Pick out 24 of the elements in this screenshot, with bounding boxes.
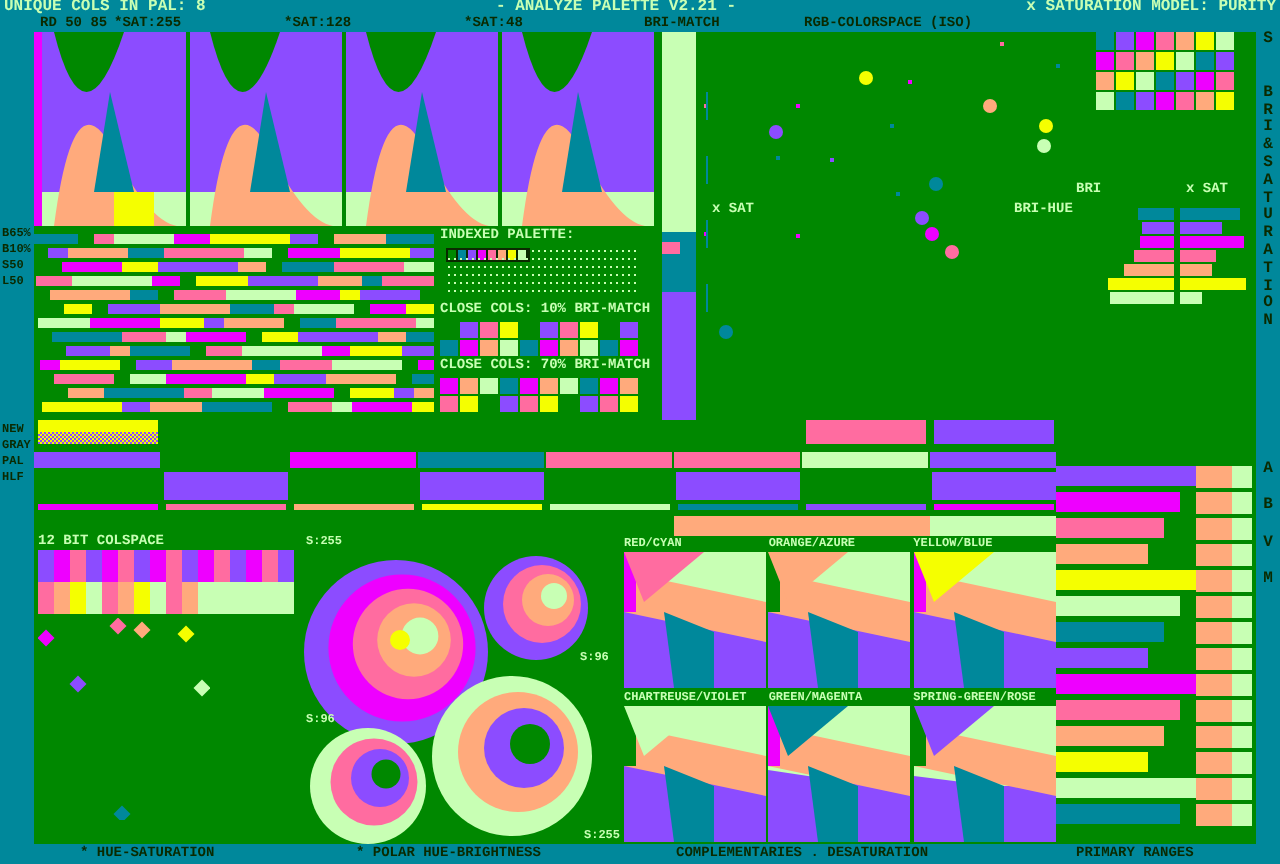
complementary-gradient-drawing — [913, 552, 1056, 688]
color-dot — [859, 71, 873, 85]
side-label: S — [1261, 32, 1275, 50]
tick-mark — [706, 284, 708, 312]
saturation-model-label: x SATURATION MODEL: PURITY — [1026, 0, 1276, 16]
brightness-bars-drawing — [1108, 208, 1248, 306]
color-dot — [1039, 119, 1053, 133]
swatch-grid-drawing — [1096, 32, 1236, 112]
complementary-gradient-drawing — [624, 552, 766, 688]
palette-count: UNIQUE COLS IN PAL: 8 — [4, 0, 206, 16]
side-label: ABVM — [1261, 457, 1275, 593]
tick-mark — [706, 220, 708, 248]
color-dot — [983, 99, 997, 113]
complementary-gradient-drawing — [768, 552, 911, 688]
complementary-gradient-drawing — [768, 706, 911, 842]
color-dot — [719, 325, 733, 339]
tick-mark — [706, 92, 708, 120]
app-title: - ANALYZE PALETTE V2.21 - — [495, 0, 737, 16]
color-dot — [1037, 139, 1051, 153]
side-title: BRI & SATURATION — [1261, 85, 1275, 332]
color-dot — [929, 177, 943, 191]
color-dot — [769, 125, 783, 139]
tick-mark — [706, 156, 708, 184]
color-dot — [945, 245, 959, 259]
